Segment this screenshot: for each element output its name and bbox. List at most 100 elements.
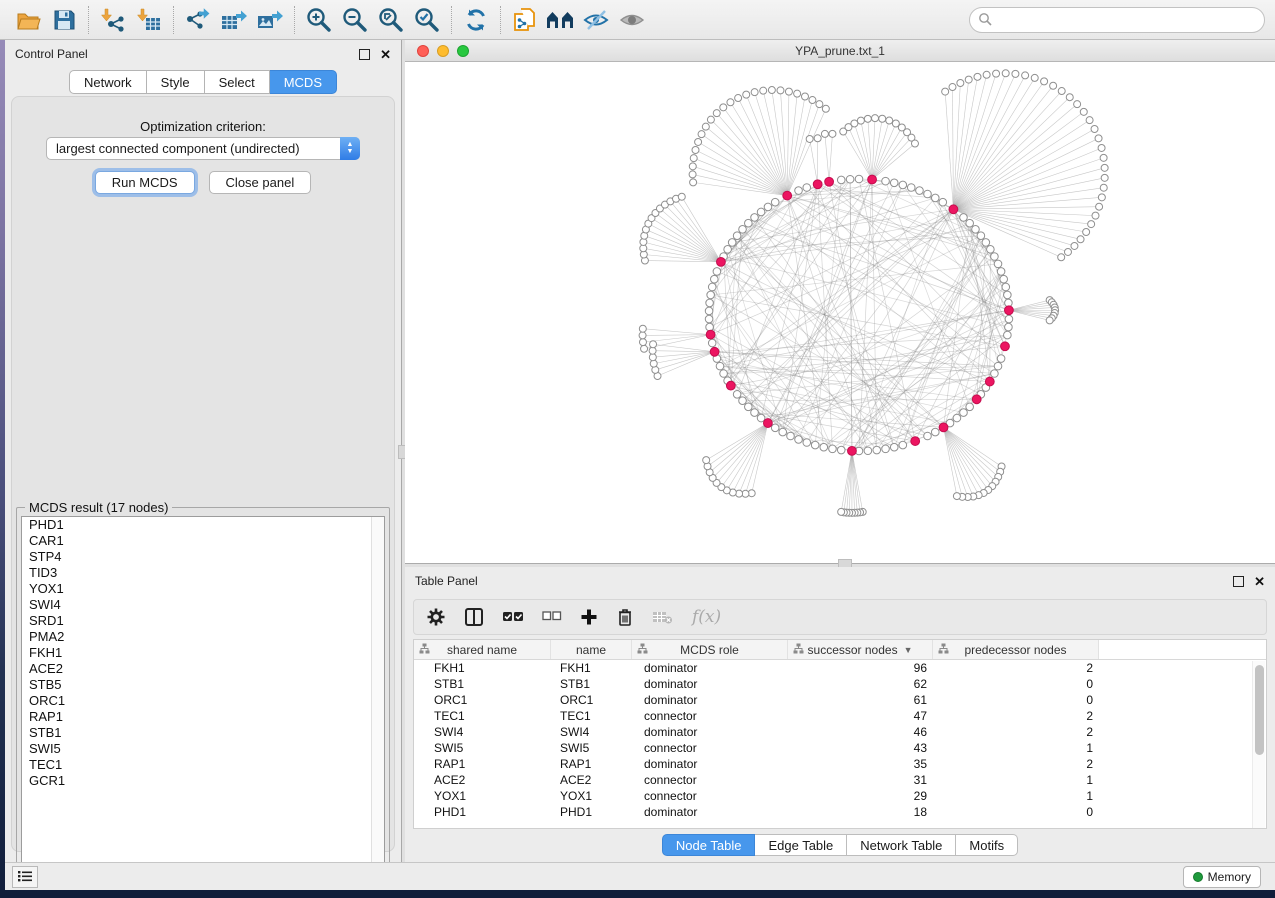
show-column-panel-icon[interactable] <box>464 607 484 627</box>
mcds-result-item[interactable]: GCR1 <box>22 773 384 789</box>
table-scrollbar-thumb[interactable] <box>1255 665 1264 755</box>
toolbar-separator <box>173 6 174 34</box>
zoom-in-icon[interactable] <box>301 4 337 36</box>
import-network-icon[interactable] <box>95 4 131 36</box>
table-row[interactable]: SWI4SWI4dominator462 <box>414 724 1266 740</box>
tab-mcds[interactable]: MCDS <box>270 70 337 94</box>
mcds-result-item[interactable]: ORC1 <box>22 693 384 709</box>
float-panel-icon[interactable] <box>1233 576 1244 587</box>
table-row[interactable]: TEC1TEC1connector472 <box>414 708 1266 724</box>
hierarchy-icon <box>793 643 804 657</box>
import-table-icon[interactable] <box>131 4 167 36</box>
mcds-result-item[interactable]: RAP1 <box>22 709 384 725</box>
mcds-result-item[interactable]: SWI4 <box>22 597 384 613</box>
mcds-result-item[interactable]: PMA2 <box>22 629 384 645</box>
table-panel-title: Table Panel <box>415 574 478 588</box>
search-input[interactable] <box>998 13 1264 27</box>
mcds-result-item[interactable]: STP4 <box>22 549 384 565</box>
deselect-all-columns-icon[interactable] <box>542 611 562 623</box>
criterion-dropdown[interactable]: largest connected component (undirected)… <box>46 137 360 160</box>
mcds-result-item[interactable]: STB5 <box>22 677 384 693</box>
search-field[interactable] <box>969 7 1265 33</box>
mcds-result-item[interactable]: SRD1 <box>22 613 384 629</box>
mcds-result-item[interactable]: PHD1 <box>22 517 384 533</box>
mcds-result-item[interactable]: FKH1 <box>22 645 384 661</box>
column-header-successor-nodes[interactable]: successor nodes▼ <box>788 640 933 659</box>
tab-edge-table[interactable]: Edge Table <box>755 834 847 856</box>
table-cell: connector <box>632 708 788 724</box>
table-row[interactable]: FKH1FKH1dominator962 <box>414 660 1266 676</box>
table-row[interactable]: ORC1ORC1dominator610 <box>414 692 1266 708</box>
mcds-result-list[interactable]: PHD1CAR1STP4TID3YOX1SWI4SRD1PMA2FKH1ACE2… <box>21 516 385 874</box>
select-all-columns-icon[interactable] <box>502 610 524 624</box>
show-all-icon[interactable] <box>615 4 651 36</box>
task-history-button[interactable] <box>12 866 38 888</box>
hide-selected-icon[interactable] <box>579 4 615 36</box>
network-window-titlebar: YPA_prune.txt_1 <box>405 40 1275 62</box>
table-row[interactable]: SWI5SWI5connector431 <box>414 740 1266 756</box>
zoom-selected-icon[interactable] <box>409 4 445 36</box>
export-table-icon[interactable] <box>216 4 252 36</box>
column-header-MCDS-role[interactable]: MCDS role <box>632 640 788 659</box>
table-row[interactable]: RAP1RAP1dominator352 <box>414 756 1266 772</box>
tab-network-table[interactable]: Network Table <box>847 834 956 856</box>
mcds-result-items: PHD1CAR1STP4TID3YOX1SWI4SRD1PMA2FKH1ACE2… <box>22 517 384 789</box>
close-panel-icon[interactable]: ✕ <box>380 49 391 60</box>
tab-network[interactable]: Network <box>69 70 147 94</box>
network-graph[interactable] <box>405 62 1275 559</box>
zoom-out-icon[interactable] <box>337 4 373 36</box>
mcds-result-item[interactable]: CAR1 <box>22 533 384 549</box>
tab-select[interactable]: Select <box>205 70 270 94</box>
zoom-fit-icon[interactable] <box>373 4 409 36</box>
table-cell: SWI5 <box>551 740 632 756</box>
node-table[interactable]: shared namenameMCDS rolesuccessor nodes▼… <box>413 639 1267 829</box>
new-network-from-selection-icon[interactable] <box>507 4 543 36</box>
column-header-shared-name[interactable]: shared name <box>414 640 551 659</box>
mcds-result-item[interactable]: SWI5 <box>22 741 384 757</box>
memory-button[interactable]: Memory <box>1183 866 1261 888</box>
column-header-name[interactable]: name <box>551 640 632 659</box>
app-body: Control Panel ✕ NetworkStyleSelectMCDS O… <box>5 40 1275 862</box>
table-cell: SWI5 <box>414 740 551 756</box>
table-cell: FKH1 <box>551 660 632 676</box>
table-row[interactable]: YOX1YOX1connector291 <box>414 788 1266 804</box>
mcds-result-item[interactable]: YOX1 <box>22 581 384 597</box>
mcds-result-item[interactable]: ACE2 <box>22 661 384 677</box>
column-header-predecessor-nodes[interactable]: predecessor nodes <box>933 640 1099 659</box>
mcds-result-item[interactable]: TEC1 <box>22 757 384 773</box>
table-settings-gear-icon[interactable] <box>426 607 446 627</box>
open-file-icon[interactable] <box>10 4 46 36</box>
close-panel-icon[interactable]: ✕ <box>1254 576 1265 587</box>
network-canvas[interactable] <box>405 62 1275 559</box>
run-mcds-button[interactable]: Run MCDS <box>95 171 195 194</box>
table-cell: dominator <box>632 660 788 676</box>
column-label: predecessor nodes <box>964 643 1066 657</box>
table-row[interactable]: STB1STB1dominator620 <box>414 676 1266 692</box>
control-panel: Control Panel ✕ NetworkStyleSelectMCDS O… <box>5 40 401 862</box>
first-neighbors-icon[interactable] <box>543 4 579 36</box>
create-column-icon[interactable] <box>580 608 598 626</box>
table-cell: 0 <box>933 804 1099 820</box>
table-cell-filler <box>1099 772 1266 788</box>
tab-motifs[interactable]: Motifs <box>956 834 1018 856</box>
tab-node-table[interactable]: Node Table <box>662 834 756 856</box>
table-scrollbar[interactable] <box>1252 661 1265 829</box>
tab-style[interactable]: Style <box>147 70 205 94</box>
refresh-icon[interactable] <box>458 4 494 36</box>
float-panel-icon[interactable] <box>359 49 370 60</box>
table-cell: 31 <box>788 772 933 788</box>
close-panel-button[interactable]: Close panel <box>209 171 312 194</box>
mcds-list-scrollbar[interactable] <box>371 517 384 873</box>
export-network-icon[interactable] <box>180 4 216 36</box>
table-cell-filler <box>1099 660 1266 676</box>
table-cell: TEC1 <box>414 708 551 724</box>
table-cell: 62 <box>788 676 933 692</box>
delete-column-icon[interactable] <box>616 607 634 627</box>
table-row[interactable]: PHD1PHD1dominator180 <box>414 804 1266 820</box>
table-cell: 1 <box>933 788 1099 804</box>
export-image-icon[interactable] <box>252 4 288 36</box>
save-session-icon[interactable] <box>46 4 82 36</box>
mcds-result-item[interactable]: STB1 <box>22 725 384 741</box>
table-row[interactable]: ACE2ACE2connector311 <box>414 772 1266 788</box>
mcds-result-item[interactable]: TID3 <box>22 565 384 581</box>
